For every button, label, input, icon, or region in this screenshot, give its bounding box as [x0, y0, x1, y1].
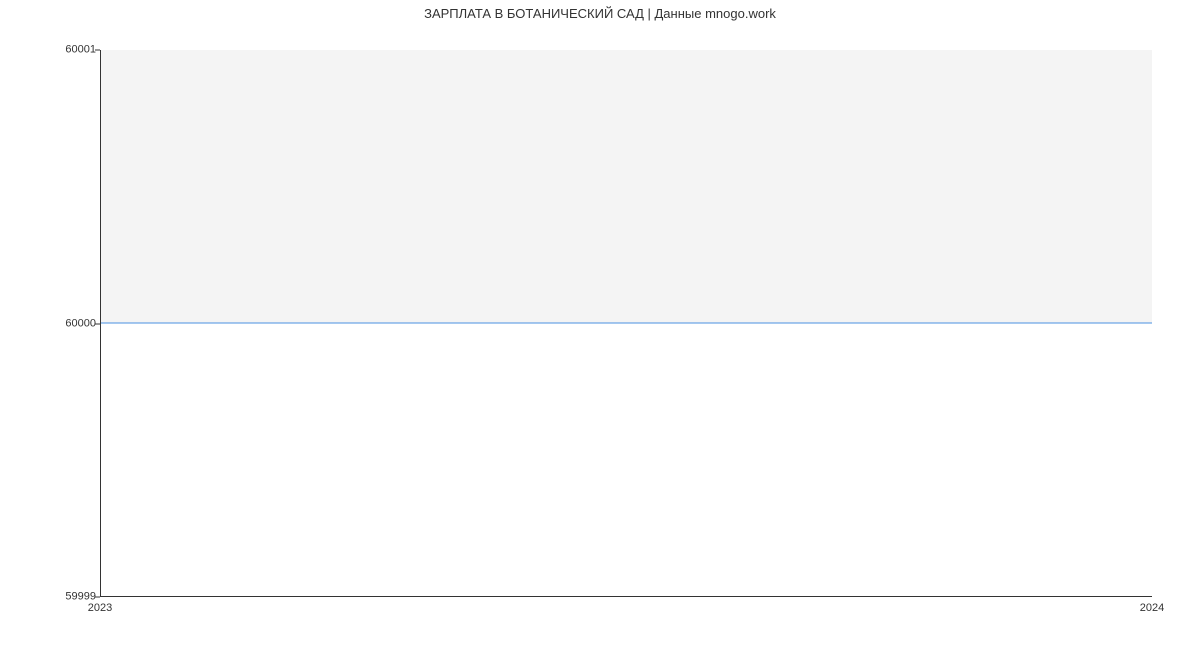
y-tick-label: 60001	[46, 45, 96, 56]
plot-area	[100, 50, 1152, 597]
y-tick-label: 59999	[46, 592, 96, 603]
plot-lower-region	[101, 323, 1152, 596]
data-line	[101, 323, 1152, 324]
x-tick-label: 2023	[88, 602, 112, 614]
y-tick-label: 60000	[46, 318, 96, 329]
chart-container: ЗАРПЛАТА В БОТАНИЧЕСКИЙ САД | Данные mno…	[0, 0, 1200, 650]
x-tick-label: 2024	[1140, 602, 1164, 614]
chart-title: ЗАРПЛАТА В БОТАНИЧЕСКИЙ САД | Данные mno…	[0, 6, 1200, 21]
